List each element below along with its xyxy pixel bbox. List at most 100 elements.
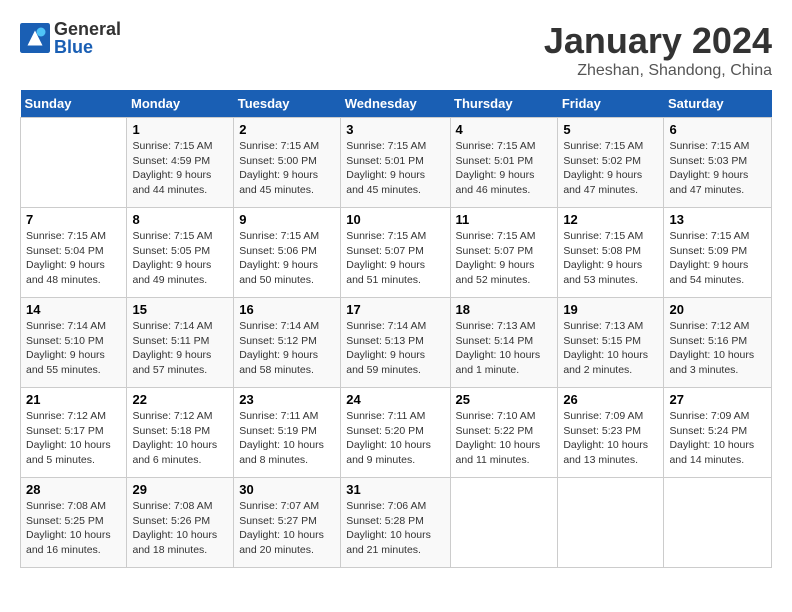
calendar-cell: 2 Sunrise: 7:15 AM Sunset: 5:00 PM Daylig… xyxy=(234,118,341,208)
calendar-cell xyxy=(21,118,127,208)
day-number: 12 xyxy=(563,212,658,227)
day-number: 22 xyxy=(132,392,228,407)
calendar-cell: 3Sunrise: 7:15 AM Sunset: 5:01 PM Daylig… xyxy=(341,118,450,208)
day-info: Sunrise: 7:15 AM Sunset: 5:05 PM Dayligh… xyxy=(132,229,228,288)
day-number: 9 xyxy=(239,212,335,227)
month-title: January 2024 xyxy=(544,20,772,62)
day-info: Sunrise: 7:12 AM Sunset: 5:18 PM Dayligh… xyxy=(132,409,228,468)
calendar-header: SundayMondayTuesdayWednesdayThursdayFrid… xyxy=(21,90,772,118)
calendar-cell: 9 Sunrise: 7:15 AM Sunset: 5:06 PM Daylig… xyxy=(234,208,341,298)
day-info: Sunrise: 7:12 AM Sunset: 5:16 PM Dayligh… xyxy=(669,319,766,378)
weekday-header-row: SundayMondayTuesdayWednesdayThursdayFrid… xyxy=(21,90,772,118)
day-number: 30 xyxy=(239,482,335,497)
day-number: 25 xyxy=(456,392,553,407)
day-number: 28 xyxy=(26,482,121,497)
calendar-cell: 1 Sunrise: 7:15 AM Sunset: 4:59 PM Daylig… xyxy=(127,118,234,208)
day-number: 24 xyxy=(346,392,444,407)
day-number: 26 xyxy=(563,392,658,407)
calendar-cell: 5Sunrise: 7:15 AM Sunset: 5:02 PM Daylig… xyxy=(558,118,664,208)
day-info: Sunrise: 7:13 AM Sunset: 5:15 PM Dayligh… xyxy=(563,319,658,378)
day-info: Sunrise: 7:15 AM Sunset: 5:03 PM Dayligh… xyxy=(669,139,766,198)
day-number: 1 xyxy=(132,122,228,137)
calendar-cell: 12 Sunrise: 7:15 AM Sunset: 5:08 PM Dayli… xyxy=(558,208,664,298)
calendar-cell: 28 Sunrise: 7:08 AM Sunset: 5:25 PM Dayli… xyxy=(21,478,127,568)
day-info: Sunrise: 7:15 AM Sunset: 5:07 PM Dayligh… xyxy=(346,229,444,288)
calendar-cell: 15 Sunrise: 7:14 AM Sunset: 5:11 PM Dayli… xyxy=(127,298,234,388)
day-number: 23 xyxy=(239,392,335,407)
day-info: Sunrise: 7:15 AM Sunset: 5:06 PM Dayligh… xyxy=(239,229,335,288)
day-info: Sunrise: 7:15 AM Sunset: 5:01 PM Dayligh… xyxy=(456,139,553,198)
day-number: 21 xyxy=(26,392,121,407)
calendar-cell: 7 Sunrise: 7:15 AM Sunset: 5:04 PM Daylig… xyxy=(21,208,127,298)
calendar-cell: 29 Sunrise: 7:08 AM Sunset: 5:26 PM Dayli… xyxy=(127,478,234,568)
logo-text: General Blue xyxy=(54,20,121,56)
calendar-cell: 31 Sunrise: 7:06 AM Sunset: 5:28 PM Dayli… xyxy=(341,478,450,568)
day-info: Sunrise: 7:15 AM Sunset: 5:00 PM Dayligh… xyxy=(239,139,335,198)
calendar-cell: 13Sunrise: 7:15 AM Sunset: 5:09 PM Dayli… xyxy=(664,208,772,298)
day-info: Sunrise: 7:13 AM Sunset: 5:14 PM Dayligh… xyxy=(456,319,553,378)
day-info: Sunrise: 7:14 AM Sunset: 5:11 PM Dayligh… xyxy=(132,319,228,378)
weekday-header-friday: Friday xyxy=(558,90,664,118)
calendar-cell: 8 Sunrise: 7:15 AM Sunset: 5:05 PM Daylig… xyxy=(127,208,234,298)
page-header: General Blue January 2024 Zheshan, Shand… xyxy=(20,20,772,80)
day-number: 6 xyxy=(669,122,766,137)
calendar-cell: 10 Sunrise: 7:15 AM Sunset: 5:07 PM Dayli… xyxy=(341,208,450,298)
day-info: Sunrise: 7:06 AM Sunset: 5:28 PM Dayligh… xyxy=(346,499,444,558)
calendar-cell: 6 Sunrise: 7:15 AM Sunset: 5:03 PM Daylig… xyxy=(664,118,772,208)
day-info: Sunrise: 7:15 AM Sunset: 5:02 PM Dayligh… xyxy=(563,139,658,198)
day-number: 31 xyxy=(346,482,444,497)
weekday-header-thursday: Thursday xyxy=(450,90,558,118)
calendar-cell: 14 Sunrise: 7:14 AM Sunset: 5:10 PM Dayli… xyxy=(21,298,127,388)
day-info: Sunrise: 7:14 AM Sunset: 5:10 PM Dayligh… xyxy=(26,319,121,378)
day-number: 14 xyxy=(26,302,121,317)
day-number: 7 xyxy=(26,212,121,227)
weekday-header-wednesday: Wednesday xyxy=(341,90,450,118)
day-number: 10 xyxy=(346,212,444,227)
day-info: Sunrise: 7:15 AM Sunset: 5:01 PM Dayligh… xyxy=(346,139,444,198)
day-info: Sunrise: 7:08 AM Sunset: 5:26 PM Dayligh… xyxy=(132,499,228,558)
day-number: 15 xyxy=(132,302,228,317)
calendar-cell: 22 Sunrise: 7:12 AM Sunset: 5:18 PM Dayli… xyxy=(127,388,234,478)
calendar-cell: 17 Sunrise: 7:14 AM Sunset: 5:13 PM Dayli… xyxy=(341,298,450,388)
calendar-cell: 16 Sunrise: 7:14 AM Sunset: 5:12 PM Dayli… xyxy=(234,298,341,388)
calendar-week-row: 28 Sunrise: 7:08 AM Sunset: 5:25 PM Dayli… xyxy=(21,478,772,568)
calendar-cell: 20Sunrise: 7:12 AM Sunset: 5:16 PM Dayli… xyxy=(664,298,772,388)
weekday-header-sunday: Sunday xyxy=(21,90,127,118)
weekday-header-monday: Monday xyxy=(127,90,234,118)
day-number: 27 xyxy=(669,392,766,407)
calendar-week-row: 1 Sunrise: 7:15 AM Sunset: 4:59 PM Daylig… xyxy=(21,118,772,208)
weekday-header-saturday: Saturday xyxy=(664,90,772,118)
calendar-body: 1 Sunrise: 7:15 AM Sunset: 4:59 PM Daylig… xyxy=(21,118,772,568)
day-info: Sunrise: 7:15 AM Sunset: 5:08 PM Dayligh… xyxy=(563,229,658,288)
day-number: 16 xyxy=(239,302,335,317)
day-info: Sunrise: 7:11 AM Sunset: 5:19 PM Dayligh… xyxy=(239,409,335,468)
day-info: Sunrise: 7:10 AM Sunset: 5:22 PM Dayligh… xyxy=(456,409,553,468)
day-info: Sunrise: 7:15 AM Sunset: 5:04 PM Dayligh… xyxy=(26,229,121,288)
day-number: 2 xyxy=(239,122,335,137)
calendar-week-row: 14 Sunrise: 7:14 AM Sunset: 5:10 PM Dayli… xyxy=(21,298,772,388)
day-info: Sunrise: 7:14 AM Sunset: 5:12 PM Dayligh… xyxy=(239,319,335,378)
day-info: Sunrise: 7:15 AM Sunset: 5:09 PM Dayligh… xyxy=(669,229,766,288)
day-info: Sunrise: 7:08 AM Sunset: 5:25 PM Dayligh… xyxy=(26,499,121,558)
calendar-cell xyxy=(558,478,664,568)
day-number: 29 xyxy=(132,482,228,497)
day-info: Sunrise: 7:09 AM Sunset: 5:23 PM Dayligh… xyxy=(563,409,658,468)
day-info: Sunrise: 7:15 AM Sunset: 5:07 PM Dayligh… xyxy=(456,229,553,288)
day-info: Sunrise: 7:15 AM Sunset: 4:59 PM Dayligh… xyxy=(132,139,228,198)
day-number: 8 xyxy=(132,212,228,227)
day-info: Sunrise: 7:11 AM Sunset: 5:20 PM Dayligh… xyxy=(346,409,444,468)
day-info: Sunrise: 7:14 AM Sunset: 5:13 PM Dayligh… xyxy=(346,319,444,378)
calendar-cell: 26 Sunrise: 7:09 AM Sunset: 5:23 PM Dayli… xyxy=(558,388,664,478)
day-info: Sunrise: 7:07 AM Sunset: 5:27 PM Dayligh… xyxy=(239,499,335,558)
location-text: Zheshan, Shandong, China xyxy=(544,62,772,80)
day-number: 18 xyxy=(456,302,553,317)
logo-general-text: General xyxy=(54,20,121,38)
day-info: Sunrise: 7:12 AM Sunset: 5:17 PM Dayligh… xyxy=(26,409,121,468)
calendar-cell: 11Sunrise: 7:15 AM Sunset: 5:07 PM Dayli… xyxy=(450,208,558,298)
day-number: 17 xyxy=(346,302,444,317)
calendar-cell: 21 Sunrise: 7:12 AM Sunset: 5:17 PM Dayli… xyxy=(21,388,127,478)
calendar-cell: 18 Sunrise: 7:13 AM Sunset: 5:14 PM Dayli… xyxy=(450,298,558,388)
day-info: Sunrise: 7:09 AM Sunset: 5:24 PM Dayligh… xyxy=(669,409,766,468)
calendar-cell xyxy=(450,478,558,568)
calendar-cell: 19Sunrise: 7:13 AM Sunset: 5:15 PM Dayli… xyxy=(558,298,664,388)
